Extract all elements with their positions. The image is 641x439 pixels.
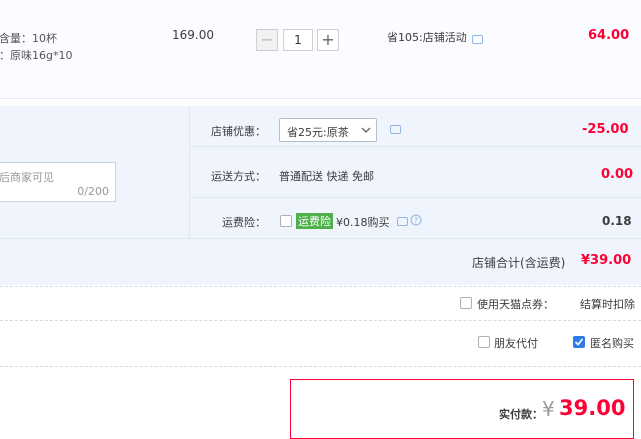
item-unit-price: 169.00 — [172, 28, 214, 42]
svg-text:?: ? — [414, 216, 418, 225]
insurance-amount: 0.18 — [602, 214, 632, 228]
shop-discount-selected: 省25元:原茶 — [287, 126, 349, 139]
insurance-chat-icon[interactable] — [397, 217, 408, 226]
item-subtotal: 64.00 — [588, 28, 630, 43]
dashed-divider — [0, 320, 641, 321]
shop-total-amount: ¥39.00 — [581, 253, 632, 268]
shop-discount-select[interactable]: 省25元:原茶 — [279, 118, 377, 142]
row-divider — [189, 197, 641, 198]
shop-discount-label: 店铺优惠： — [211, 125, 266, 138]
shipping-method: 普通配送 快递 免邮 — [279, 170, 374, 183]
friend-pay-label: 朋友代付 — [494, 337, 538, 350]
checkmark-icon — [574, 338, 584, 346]
quantity-input[interactable]: 1 — [283, 29, 313, 51]
anonymous-buy-label: 匿名购买 — [590, 337, 634, 350]
column-divider — [189, 106, 190, 238]
row-divider — [0, 238, 641, 239]
row-divider — [189, 146, 641, 147]
help-icon[interactable]: ? — [410, 214, 422, 226]
order-item-row: 含量：10杯 ：原味16g*10 169.00 − 1 + 省105:店铺活动 … — [0, 0, 641, 99]
pay-amount: 39.00 — [559, 396, 626, 420]
tmall-points-checkbox[interactable] — [460, 297, 472, 309]
shop-order-details: 后商家可见 0/200 店铺优惠： 省25元:原茶 -25.00 运送方式： 普… — [0, 106, 641, 285]
note-placeholder: 后商家可见 — [0, 171, 54, 184]
anonymous-buy-checkbox[interactable] — [573, 336, 585, 348]
tmall-points-note: 结算时扣除 — [580, 298, 635, 311]
discount-chat-icon[interactable] — [390, 125, 401, 134]
shipping-amount: 0.00 — [601, 167, 634, 182]
dashed-divider — [0, 286, 641, 287]
insurance-price-text: ¥0.18购买 — [336, 216, 390, 229]
shipping-label: 运送方式： — [211, 170, 266, 183]
item-attribute-flavor: ：原味16g*10 — [0, 49, 73, 62]
promo-chat-icon[interactable] — [472, 35, 483, 44]
shop-total-label: 店铺合计(含运费) — [472, 256, 566, 270]
item-promo-text: 省105:店铺活动 — [387, 31, 467, 44]
pay-currency: ¥ — [542, 397, 555, 421]
item-attribute-content: 含量：10杯 — [0, 32, 57, 45]
shop-discount-amount: -25.00 — [582, 122, 629, 137]
dashed-divider — [0, 366, 641, 367]
insurance-checkbox[interactable] — [280, 215, 292, 227]
insurance-label: 运费险： — [222, 216, 266, 229]
tmall-points-label: 使用天猫点券： — [477, 298, 554, 311]
chevron-down-icon — [361, 127, 371, 133]
quantity-increase-button[interactable]: + — [317, 29, 339, 51]
insurance-badge: 运费险 — [296, 213, 333, 229]
seller-note-input[interactable]: 后商家可见 0/200 — [0, 162, 116, 202]
friend-pay-checkbox[interactable] — [478, 336, 490, 348]
pay-label: 实付款： — [499, 408, 543, 421]
quantity-decrease-button[interactable]: − — [256, 29, 278, 51]
note-char-counter: 0/200 — [77, 185, 109, 198]
payment-summary-box: 实付款： ¥ 39.00 — [290, 379, 634, 439]
